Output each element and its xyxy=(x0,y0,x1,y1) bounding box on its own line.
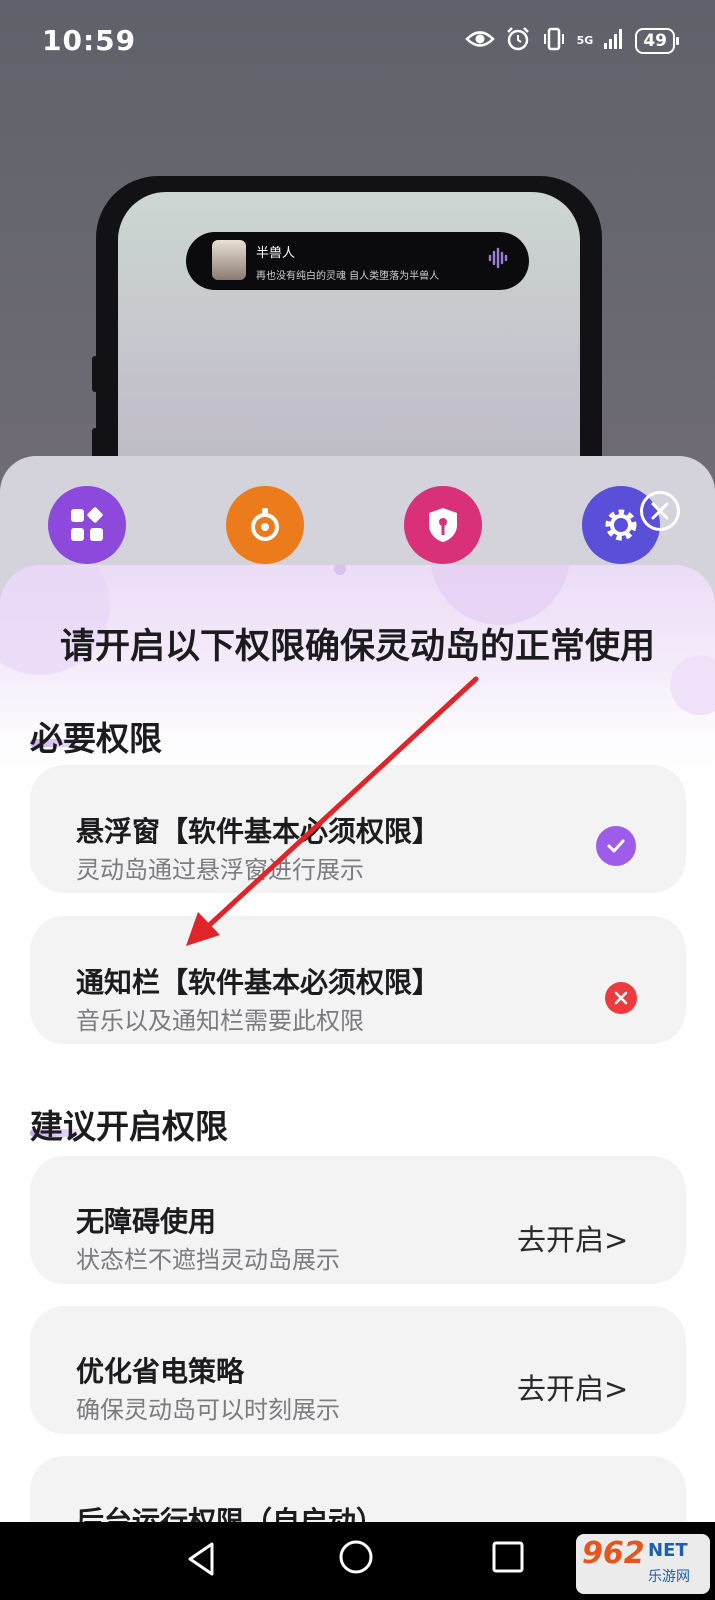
song-lyric: 再也没有纯白的灵魂 自人类堕落为半兽人 xyxy=(256,271,440,282)
permission-subtitle: 音乐以及通知栏需要此权限 xyxy=(76,1007,364,1035)
watermark-sub: 乐游网 xyxy=(648,1569,690,1585)
back-nav-button[interactable] xyxy=(184,1540,218,1582)
modal-title: 请开启以下权限确保灵动岛的正常使用 xyxy=(59,627,655,667)
denied-x-icon xyxy=(605,982,637,1014)
waveform-icon xyxy=(487,246,511,274)
eye-icon xyxy=(464,29,495,53)
status-icons: 5G 49 xyxy=(464,26,679,56)
suggested-section-title: 建议开启权限 xyxy=(30,1107,228,1146)
status-time: 10:59 xyxy=(42,24,137,57)
phone-side-button xyxy=(92,356,98,392)
permission-subtitle: 灵动岛通过悬浮窗进行展示 xyxy=(76,856,364,884)
close-button[interactable] xyxy=(640,491,680,531)
granted-check-icon xyxy=(596,826,636,866)
status-bar: 10:59 5G 49 xyxy=(0,0,715,80)
back-triangle-icon xyxy=(188,1542,214,1576)
battery-icon: 49 xyxy=(635,28,679,54)
permission-subtitle: 确保灵动岛可以时刻展示 xyxy=(76,1396,340,1424)
required-section-title: 必要权限 xyxy=(30,719,162,758)
signal-icon xyxy=(603,28,625,54)
permission-title: 悬浮窗【软件基本必须权限】 xyxy=(76,815,441,848)
battery-level: 49 xyxy=(643,31,667,51)
permission-title: 优化省电策略 xyxy=(76,1355,245,1388)
home-nav-button[interactable] xyxy=(337,1538,375,1580)
recents-square-icon xyxy=(492,1541,524,1573)
watermark-logo: 962 NET 乐游网 xyxy=(576,1534,710,1594)
watermark-suffix: NET xyxy=(648,1540,688,1561)
watermark-brand: 962 xyxy=(582,1536,645,1571)
permission-title: 通知栏【软件基本必须权限】 xyxy=(76,966,441,999)
apps-icon[interactable] xyxy=(48,486,126,564)
camera-icon[interactable] xyxy=(226,486,304,564)
recents-nav-button[interactable] xyxy=(491,1540,525,1578)
permission-subtitle: 状态栏不遮挡灵动岛展示 xyxy=(76,1246,340,1274)
album-art xyxy=(212,240,246,280)
go-enable-button[interactable]: 去开启> xyxy=(517,1217,628,1259)
close-icon xyxy=(651,502,669,520)
permission-title: 无障碍使用 xyxy=(76,1205,217,1238)
home-circle-icon xyxy=(339,1540,373,1574)
network-type: 5G xyxy=(576,34,594,47)
alarm-icon xyxy=(505,26,531,56)
song-title: 半兽人 xyxy=(256,246,296,261)
vibrate-icon xyxy=(541,26,567,56)
go-enable-button[interactable]: 去开启> xyxy=(517,1366,628,1408)
key-shield-icon[interactable] xyxy=(404,486,482,564)
